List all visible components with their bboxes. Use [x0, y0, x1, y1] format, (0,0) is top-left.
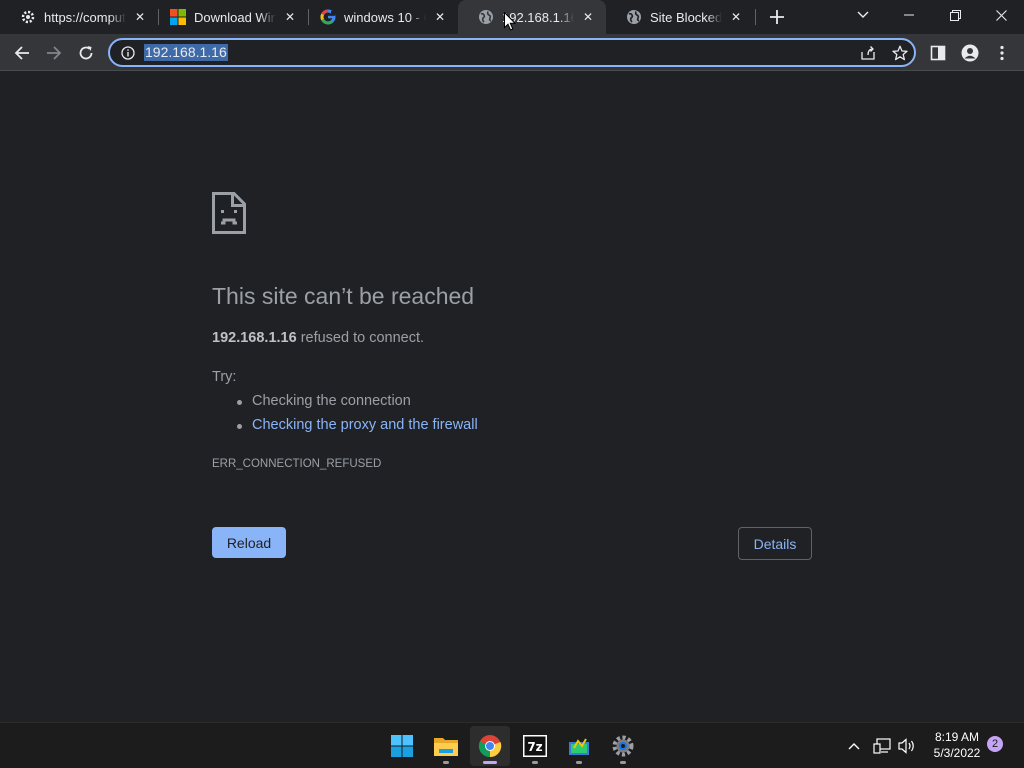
tab-close-icon[interactable]: ✕: [282, 9, 298, 25]
network-button[interactable]: [871, 735, 893, 757]
tray-overflow-button[interactable]: [843, 735, 865, 757]
running-indicator: [443, 761, 449, 764]
restore-button[interactable]: [932, 0, 978, 30]
tab-title: Download Windo: [194, 9, 276, 25]
more-vert-icon: [1000, 45, 1004, 61]
system-clock[interactable]: 8:19 AM 5/3/2022: [928, 729, 986, 761]
speaker-icon: [898, 738, 914, 754]
volume-button[interactable]: [896, 735, 918, 757]
clock-time: 8:19 AM: [934, 730, 980, 744]
svg-text:7z: 7z: [527, 740, 542, 754]
error-title: This site can’t be reached: [212, 283, 475, 309]
chevron-down-icon: [857, 11, 869, 18]
details-button[interactable]: Details: [738, 527, 812, 560]
bookmark-star-icon[interactable]: [888, 42, 912, 64]
error-page: This site can’t be reached 192.168.1.16 …: [0, 71, 1024, 722]
microsoft-favicon-icon: [170, 9, 186, 25]
tab-divider: [755, 9, 756, 25]
forward-button[interactable]: [40, 39, 68, 67]
taskbar: 7z 8:19 AM 5/3/2022: [0, 722, 1024, 768]
arrow-right-icon: [47, 46, 62, 60]
side-panel-button[interactable]: [924, 39, 952, 67]
back-button[interactable]: [8, 39, 36, 67]
browser-toolbar: 192.168.1.16: [0, 34, 1024, 71]
tab-google-search[interactable]: windows 10 - Go ✕: [300, 0, 458, 34]
mouse-cursor-icon: [504, 12, 516, 31]
refresh-icon: [79, 46, 93, 60]
url-text[interactable]: 192.168.1.16: [144, 44, 228, 61]
try-label: Try:: [212, 369, 237, 385]
globe-favicon-icon: [478, 9, 494, 25]
suggestion-check-connection: Checking the connection: [237, 393, 411, 409]
tab-close-icon[interactable]: ✕: [580, 9, 596, 25]
share-icon[interactable]: [856, 42, 880, 64]
sad-page-icon: [212, 192, 246, 234]
running-indicator: [620, 761, 626, 764]
tab-title: windows 10 - Go: [344, 9, 426, 25]
profile-icon: [961, 44, 979, 62]
minimize-icon: [904, 14, 914, 16]
tab-close-icon[interactable]: ✕: [432, 9, 448, 25]
suggestion-check-proxy-link[interactable]: Checking the proxy and the firewall: [237, 417, 478, 433]
taskbar-chrome[interactable]: [470, 726, 510, 766]
clock-date: 5/3/2022: [933, 746, 981, 760]
taskbar-7zip[interactable]: 7z: [515, 726, 555, 766]
settings-favicon-icon: [20, 9, 36, 25]
tab-download-windows[interactable]: Download Windo ✕: [150, 0, 308, 34]
minimize-button[interactable]: [886, 0, 932, 30]
tab-title: Site Blocked: [650, 9, 722, 25]
error-host: 192.168.1.16: [212, 330, 297, 346]
reload-toolbar-button[interactable]: [72, 39, 100, 67]
error-message: refused to connect.: [296, 330, 425, 346]
google-favicon-icon: [320, 9, 336, 25]
close-window-button[interactable]: [978, 0, 1024, 30]
info-icon[interactable]: [120, 45, 136, 61]
taskbar-settings[interactable]: [603, 726, 643, 766]
globe-favicon-icon: [626, 9, 642, 25]
windows-start-icon: [391, 735, 413, 757]
settings-gear-icon: [612, 735, 634, 757]
tab-close-icon[interactable]: ✕: [728, 9, 744, 25]
tab-title: https://computer: [44, 9, 126, 25]
reload-button[interactable]: Reload: [212, 527, 286, 558]
app-icon: [569, 738, 589, 755]
arrow-left-icon: [14, 46, 29, 60]
tab-site-blocked[interactable]: Site Blocked ✕: [606, 0, 754, 34]
restore-icon: [949, 9, 961, 21]
tab-computer-settings[interactable]: https://computer ✕: [0, 0, 158, 34]
network-icon: [873, 738, 891, 754]
tab-close-icon[interactable]: ✕: [132, 9, 148, 25]
error-description: 192.168.1.16 refused to connect.: [212, 330, 424, 346]
taskbar-app[interactable]: [559, 726, 599, 766]
new-tab-button[interactable]: [766, 6, 788, 28]
profile-button[interactable]: [956, 39, 984, 67]
running-indicator: [576, 761, 582, 764]
running-indicator: [532, 761, 538, 764]
taskbar-file-explorer[interactable]: [426, 726, 466, 766]
close-icon: [995, 9, 1007, 21]
notification-badge[interactable]: 2: [987, 736, 1003, 752]
menu-button[interactable]: [988, 39, 1016, 67]
chevron-up-icon: [848, 743, 860, 750]
running-indicator: [483, 761, 497, 764]
7zip-icon: 7z: [523, 735, 547, 757]
tab-active-192-168-1-16[interactable]: 192.168.1.16 ✕: [458, 0, 606, 34]
tab-search-button[interactable]: [840, 0, 886, 30]
side-panel-icon: [930, 45, 946, 61]
address-bar[interactable]: 192.168.1.16: [108, 38, 916, 67]
error-code: ERR_CONNECTION_REFUSED: [212, 458, 382, 470]
folder-icon: [434, 738, 458, 756]
chrome-icon: [478, 735, 502, 758]
start-button[interactable]: [382, 726, 422, 766]
plus-icon: [770, 10, 784, 24]
